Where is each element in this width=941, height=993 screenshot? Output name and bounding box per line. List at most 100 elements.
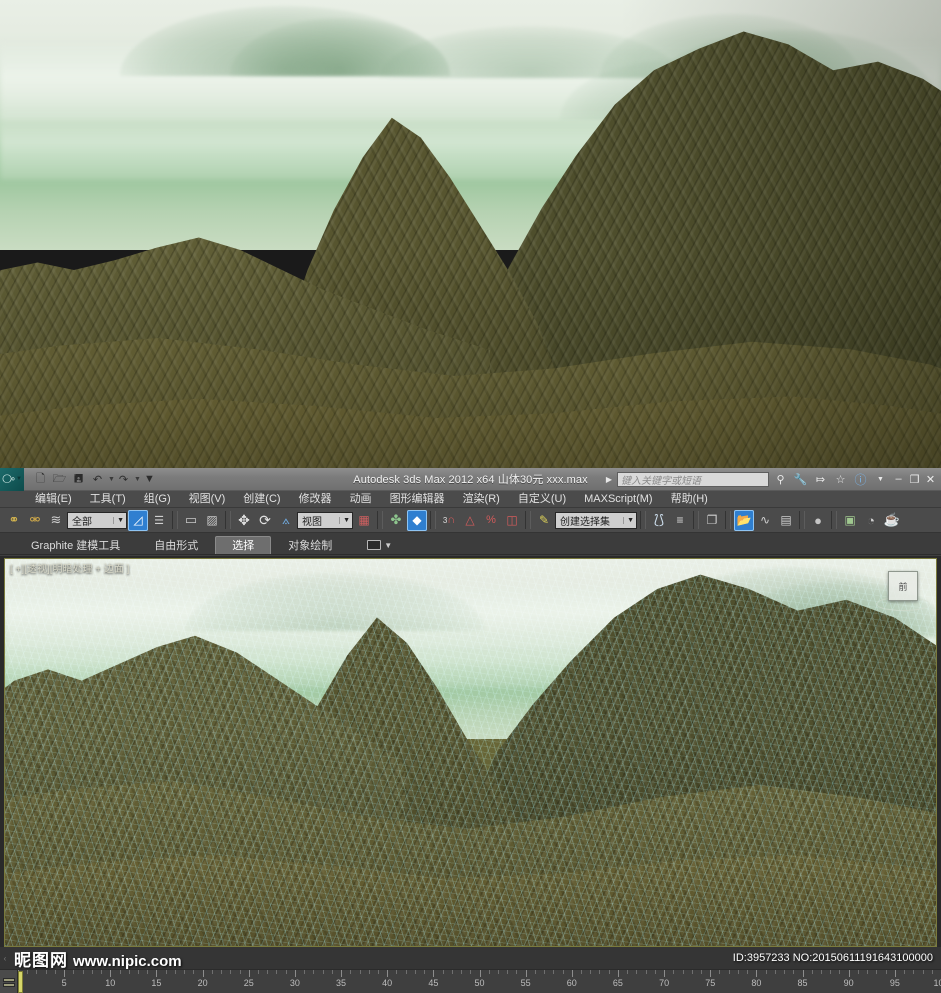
ruler-tick-minor bbox=[516, 970, 518, 974]
new-file-icon[interactable]: 🗋 bbox=[32, 471, 49, 488]
infocenter-expand-icon[interactable]: ▶ bbox=[606, 475, 612, 484]
menu-views[interactable]: 视图(V) bbox=[180, 491, 235, 508]
toolbar-separator bbox=[831, 511, 837, 529]
select-object-icon[interactable]: ◿ bbox=[128, 509, 148, 531]
application-menu-button[interactable]: ⧂ ▼ bbox=[0, 467, 24, 491]
menu-tools[interactable]: 工具(T) bbox=[81, 491, 135, 508]
reference-coordinate-combo[interactable]: 视图 ▼ bbox=[297, 511, 353, 529]
time-slider-playhead[interactable] bbox=[18, 971, 23, 993]
snaps-toggle-icon[interactable]: 3 ∩ bbox=[439, 510, 459, 531]
unlink-selection-icon[interactable]: ⚮ bbox=[25, 510, 45, 531]
help-icon[interactable]: ⓘ bbox=[852, 471, 869, 488]
menu-edit[interactable]: 编辑(E) bbox=[26, 491, 81, 508]
menu-help[interactable]: 帮助(H) bbox=[662, 491, 717, 508]
ruler-tick-minor bbox=[590, 970, 592, 974]
curve-editor-icon[interactable]: ∿ bbox=[755, 510, 775, 531]
select-and-scale-icon[interactable]: ⟑ bbox=[276, 510, 296, 531]
select-and-move-icon[interactable]: ✥ bbox=[234, 510, 254, 531]
minimize-button[interactable]: – bbox=[892, 471, 905, 488]
select-link-icon[interactable]: ⚭ bbox=[4, 510, 24, 531]
angle-snap-toggle-icon[interactable]: △ bbox=[460, 510, 480, 531]
ruler-tick-minor bbox=[119, 970, 121, 974]
timeline-ruler[interactable]: 5 10 15 20 25 30 35 40 45 50 55 60 65 70 75 80 85 90 95 100 bbox=[18, 970, 941, 993]
spinner-snap-toggle-icon[interactable]: ◫ bbox=[502, 510, 522, 531]
watermark-bar: 昵图网 www.nipic.com ID:3957233 NO:20150611… bbox=[0, 947, 941, 970]
ribbon-tab-graphite-modeling-tools[interactable]: Graphite 建模工具 bbox=[14, 536, 137, 554]
graphite-modeling-tools-toggle-icon[interactable]: 📂 bbox=[734, 509, 754, 531]
select-by-name-icon[interactable]: ☰ bbox=[149, 510, 169, 531]
window-crossing-toggle-icon[interactable]: ▨ bbox=[202, 510, 222, 531]
ruler-tick-minor bbox=[562, 970, 564, 974]
menu-rendering[interactable]: 渲染(R) bbox=[454, 491, 509, 508]
ruler-tick-minor bbox=[267, 970, 269, 974]
menu-create[interactable]: 创建(C) bbox=[234, 491, 289, 508]
favorites-star-icon[interactable]: ☆ bbox=[832, 471, 849, 488]
schematic-view-icon[interactable]: ▤ bbox=[776, 510, 796, 531]
bind-to-space-warp-icon[interactable]: ≋ bbox=[46, 510, 66, 531]
ruler-tick-major bbox=[848, 970, 850, 977]
ruler-tick-minor bbox=[239, 970, 241, 974]
redo-dropdown-icon[interactable]: ▼ bbox=[134, 476, 141, 483]
customize-qat-icon[interactable]: ▼ bbox=[141, 471, 158, 488]
keyboard-shortcut-override-icon[interactable]: ◆ bbox=[407, 509, 427, 531]
menu-graph-editors[interactable]: 图形编辑器 bbox=[381, 491, 454, 508]
menu-modifiers[interactable]: 修改器 bbox=[290, 491, 341, 508]
named-selection-set-combo[interactable]: 创建选择集 ▼ bbox=[555, 511, 637, 529]
select-and-manipulate-icon[interactable]: ✤ bbox=[386, 510, 406, 531]
chevron-down-icon: ▼ bbox=[339, 516, 350, 524]
use-pivot-point-center-icon[interactable]: ▦ bbox=[354, 510, 374, 531]
mirror-icon[interactable]: ⟅⟆ bbox=[649, 510, 669, 531]
open-file-icon[interactable]: 🗁 bbox=[51, 471, 68, 488]
ruler-label: 15 bbox=[151, 978, 162, 988]
ruler-tick-major bbox=[156, 970, 158, 977]
perspective-viewport[interactable]: [ +][透视][明暗处理 + 边面 ] 前 bbox=[4, 558, 937, 947]
ruler-label: 75 bbox=[705, 978, 716, 988]
ruler-tick-minor bbox=[857, 970, 859, 974]
chevron-down-icon: ▼ bbox=[113, 516, 124, 524]
ribbon-tab-selection[interactable]: 选择 bbox=[215, 536, 272, 554]
redo-icon[interactable]: ↷ bbox=[115, 471, 132, 488]
render-setup-icon[interactable]: ▣ bbox=[840, 510, 860, 531]
align-icon[interactable]: ≡ bbox=[670, 510, 690, 531]
compass-icon[interactable]: ⤇ bbox=[812, 471, 829, 488]
wrench-icon[interactable]: 🔧 bbox=[792, 471, 809, 488]
ruler-tick-major bbox=[802, 970, 804, 977]
ruler-tick-major bbox=[710, 970, 712, 977]
ruler-tick-major bbox=[202, 970, 204, 977]
ruler-tick-minor bbox=[821, 970, 822, 974]
ribbon-minimize-icon[interactable] bbox=[367, 540, 382, 550]
track-bar[interactable]: 5 10 15 20 25 30 35 40 45 50 55 60 65 70 75 80 85 90 95 100 bbox=[0, 969, 941, 993]
render-production-icon[interactable]: ☕ bbox=[882, 510, 902, 531]
edit-named-selection-sets-icon[interactable]: ✎ bbox=[534, 510, 554, 531]
layer-manager-icon[interactable]: ❐ bbox=[702, 510, 722, 531]
menu-maxscript[interactable]: MAXScript(M) bbox=[575, 491, 661, 508]
close-button[interactable]: ✕ bbox=[924, 471, 937, 488]
ruler-label: 35 bbox=[336, 978, 347, 988]
ruler-tick-minor bbox=[461, 970, 463, 974]
restore-button[interactable]: ❐ bbox=[908, 471, 921, 488]
view-cube[interactable]: 前 bbox=[888, 571, 918, 601]
menu-animation[interactable]: 动画 bbox=[341, 491, 381, 508]
search-input[interactable]: 键入关键字或短语 bbox=[617, 471, 769, 487]
material-editor-icon[interactable]: ● bbox=[808, 510, 828, 531]
select-and-rotate-icon[interactable]: ⟳ bbox=[255, 510, 275, 531]
help-dropdown-icon[interactable]: ▼ bbox=[872, 471, 889, 488]
percent-snap-toggle-icon[interactable]: % bbox=[481, 510, 501, 531]
rectangular-select-region-icon[interactable]: ▭ bbox=[181, 510, 201, 531]
save-file-icon[interactable]: 🖪 bbox=[70, 471, 87, 488]
toolbar-separator bbox=[693, 511, 699, 529]
chevron-down-icon[interactable]: ▼ bbox=[384, 541, 392, 550]
track-bar-filter-button[interactable] bbox=[0, 970, 18, 993]
selection-filter-combo[interactable]: 全部 ▼ bbox=[67, 511, 127, 529]
binoculars-icon[interactable]: ⚲ bbox=[772, 471, 789, 488]
menu-group[interactable]: 组(G) bbox=[135, 491, 180, 508]
toolbar-separator bbox=[725, 511, 731, 529]
ruler-tick-minor bbox=[534, 970, 536, 974]
ribbon-tab-object-paint[interactable]: 对象绘制 bbox=[271, 536, 349, 554]
ribbon-tab-freeform[interactable]: 自由形式 bbox=[137, 536, 215, 554]
undo-dropdown-icon[interactable]: ▼ bbox=[108, 476, 115, 483]
menu-customize[interactable]: 自定义(U) bbox=[509, 491, 575, 508]
undo-icon[interactable]: ↶ bbox=[89, 471, 106, 488]
ruler-tick-major bbox=[571, 970, 573, 977]
rendered-frame-window-icon[interactable]: ◔ bbox=[861, 510, 881, 531]
